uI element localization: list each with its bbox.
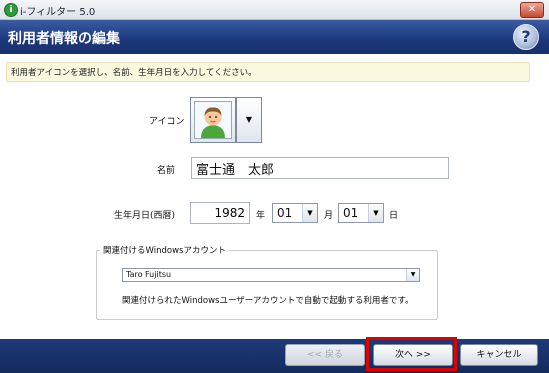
avatar-button[interactable]: [190, 97, 236, 143]
day-unit: 日: [389, 211, 399, 221]
close-button[interactable]: ✕: [520, 2, 544, 18]
close-icon: ✕: [527, 4, 537, 15]
day-select[interactable]: 01 ▼: [338, 203, 384, 223]
day-value: 01: [343, 206, 359, 220]
app-icon: i: [4, 3, 18, 17]
month-unit: 月: [324, 211, 334, 221]
chevron-down-icon: ▼: [302, 204, 317, 222]
window-title: i-フィルター 5.0: [20, 7, 96, 18]
windows-account-value: Taro Fujitsu: [126, 270, 172, 279]
next-button-highlight: [366, 337, 457, 371]
page-title: 利用者情報の編集: [8, 31, 120, 47]
chevron-down-icon: ▼: [406, 269, 419, 281]
year-unit: 年: [256, 211, 266, 221]
chevron-down-icon: ▼: [245, 115, 253, 124]
birthdate-label: 生年月日(西暦): [114, 211, 176, 221]
account-group-legend: 関連付けるWindowsアカウント: [100, 244, 229, 256]
help-icon: ?: [521, 27, 531, 46]
main-window: i i-フィルター 5.0 ✕ 利用者情報の編集 ? 利用者アイコンを選択し、名…: [0, 0, 549, 373]
account-group: [96, 250, 438, 320]
instruction-bar: 利用者アイコンを選択し、名前、生年月日を入力してください。: [6, 62, 530, 82]
month-select[interactable]: 01 ▼: [272, 203, 318, 223]
cancel-button[interactable]: キャンセル: [460, 344, 538, 366]
avatar-dropdown-button[interactable]: ▼: [236, 97, 262, 143]
user-avatar-icon: [194, 101, 232, 139]
account-description: 関連付けられたWindowsユーザーアカウントで自動で起動する利用者です。: [122, 296, 414, 306]
chevron-down-icon: ▼: [368, 204, 383, 222]
name-label: 名前: [157, 166, 176, 176]
windows-account-select[interactable]: Taro Fujitsu ▼: [122, 268, 420, 282]
instruction-text: 利用者アイコンを選択し、名前、生年月日を入力してください。: [11, 68, 257, 78]
help-button[interactable]: ?: [513, 24, 539, 50]
back-button[interactable]: << 戻る: [285, 344, 365, 366]
name-field[interactable]: [191, 157, 449, 179]
year-field[interactable]: [190, 202, 250, 224]
month-value: 01: [277, 206, 293, 220]
icon-label: アイコン: [149, 117, 185, 127]
page-header: 利用者情報の編集 ?: [0, 20, 549, 54]
title-bar: i i-フィルター 5.0 ✕: [0, 0, 549, 20]
